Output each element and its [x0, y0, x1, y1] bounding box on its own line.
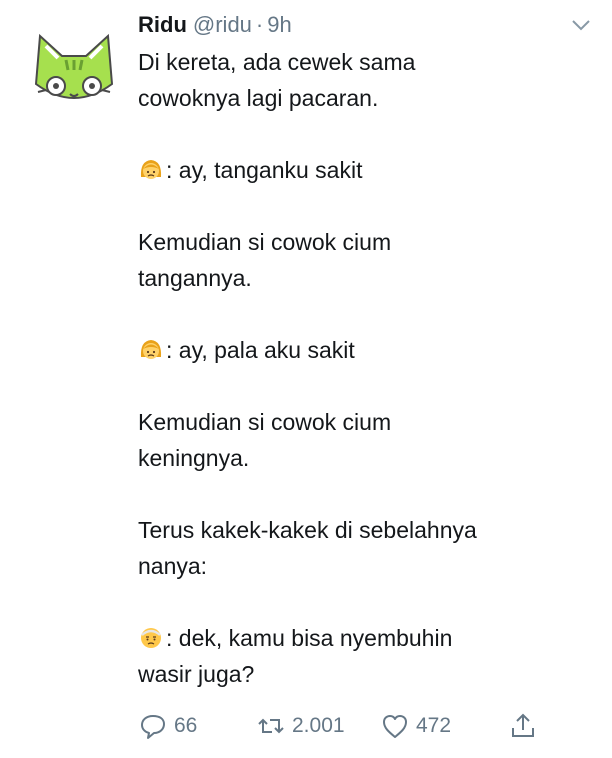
text-line: Terus kakek-kakek di sebelahnya — [138, 517, 477, 543]
paragraph-1: Di kereta, ada cewek sama cowoknya lagi … — [138, 44, 598, 116]
reply-button[interactable]: 66 — [138, 711, 197, 741]
paragraph-4: : ay, pala aku sakit — [138, 332, 598, 368]
retweet-icon — [258, 718, 284, 734]
paragraph-3: Kemudian si cowok cium tangannya. — [138, 224, 598, 296]
paragraph-5: Kemudian si cowok cium keningnya. — [138, 404, 598, 476]
text-line: nanya: — [138, 553, 208, 579]
text-line: : ay, pala aku sakit — [166, 337, 355, 363]
paragraph-7: : dek, kamu bisa nyembuhin wasir juga? — [138, 620, 598, 692]
text-line: Kemudian si cowok cium — [138, 229, 392, 255]
text-line: Kemudian si cowok cium — [138, 409, 392, 435]
text-line: Di kereta, ada cewek sama — [138, 49, 416, 75]
text-line: keningnya. — [138, 445, 250, 471]
author-name[interactable]: Ridu — [138, 12, 187, 38]
avatar[interactable] — [32, 26, 116, 110]
like-count: 472 — [416, 714, 452, 737]
text-line: : dek, kamu bisa nyembuhin — [166, 625, 453, 651]
share-icon — [512, 713, 534, 737]
cat-face-avatar-icon — [34, 33, 114, 99]
retweet-button[interactable]: 2.001 — [256, 711, 345, 741]
reply-count: 66 — [174, 714, 198, 737]
like-button[interactable]: 472 — [380, 711, 451, 741]
share-button[interactable] — [508, 711, 544, 741]
tweet-timestamp[interactable]: 9h — [267, 12, 291, 38]
author-handle[interactable]: @ridu — [193, 12, 252, 38]
paragraph-2: : ay, tanganku sakit — [138, 152, 598, 188]
text-line: tangannya. — [138, 265, 252, 291]
tweet-header: Ridu @ridu · 9h — [138, 8, 592, 42]
old-man-emoji-icon — [141, 628, 161, 648]
text-line: wasir juga? — [138, 661, 255, 687]
woman-emoji-icon — [140, 160, 162, 179]
tweet-actions: 66 2.001 472 — [138, 706, 558, 746]
woman-emoji-icon — [140, 340, 162, 359]
reply-icon — [141, 715, 165, 739]
tweet-body: Di kereta, ada cewek sama cowoknya lagi … — [138, 44, 598, 728]
text-line: cowoknya lagi pacaran. — [138, 85, 379, 111]
text-line: : ay, tanganku sakit — [166, 157, 363, 183]
heart-icon — [383, 715, 407, 738]
separator-dot: · — [255, 12, 264, 37]
paragraph-6: Terus kakek-kakek di sebelahnya nanya: — [138, 512, 598, 584]
chevron-down-icon[interactable] — [570, 14, 592, 36]
retweet-count: 2.001 — [292, 714, 345, 737]
